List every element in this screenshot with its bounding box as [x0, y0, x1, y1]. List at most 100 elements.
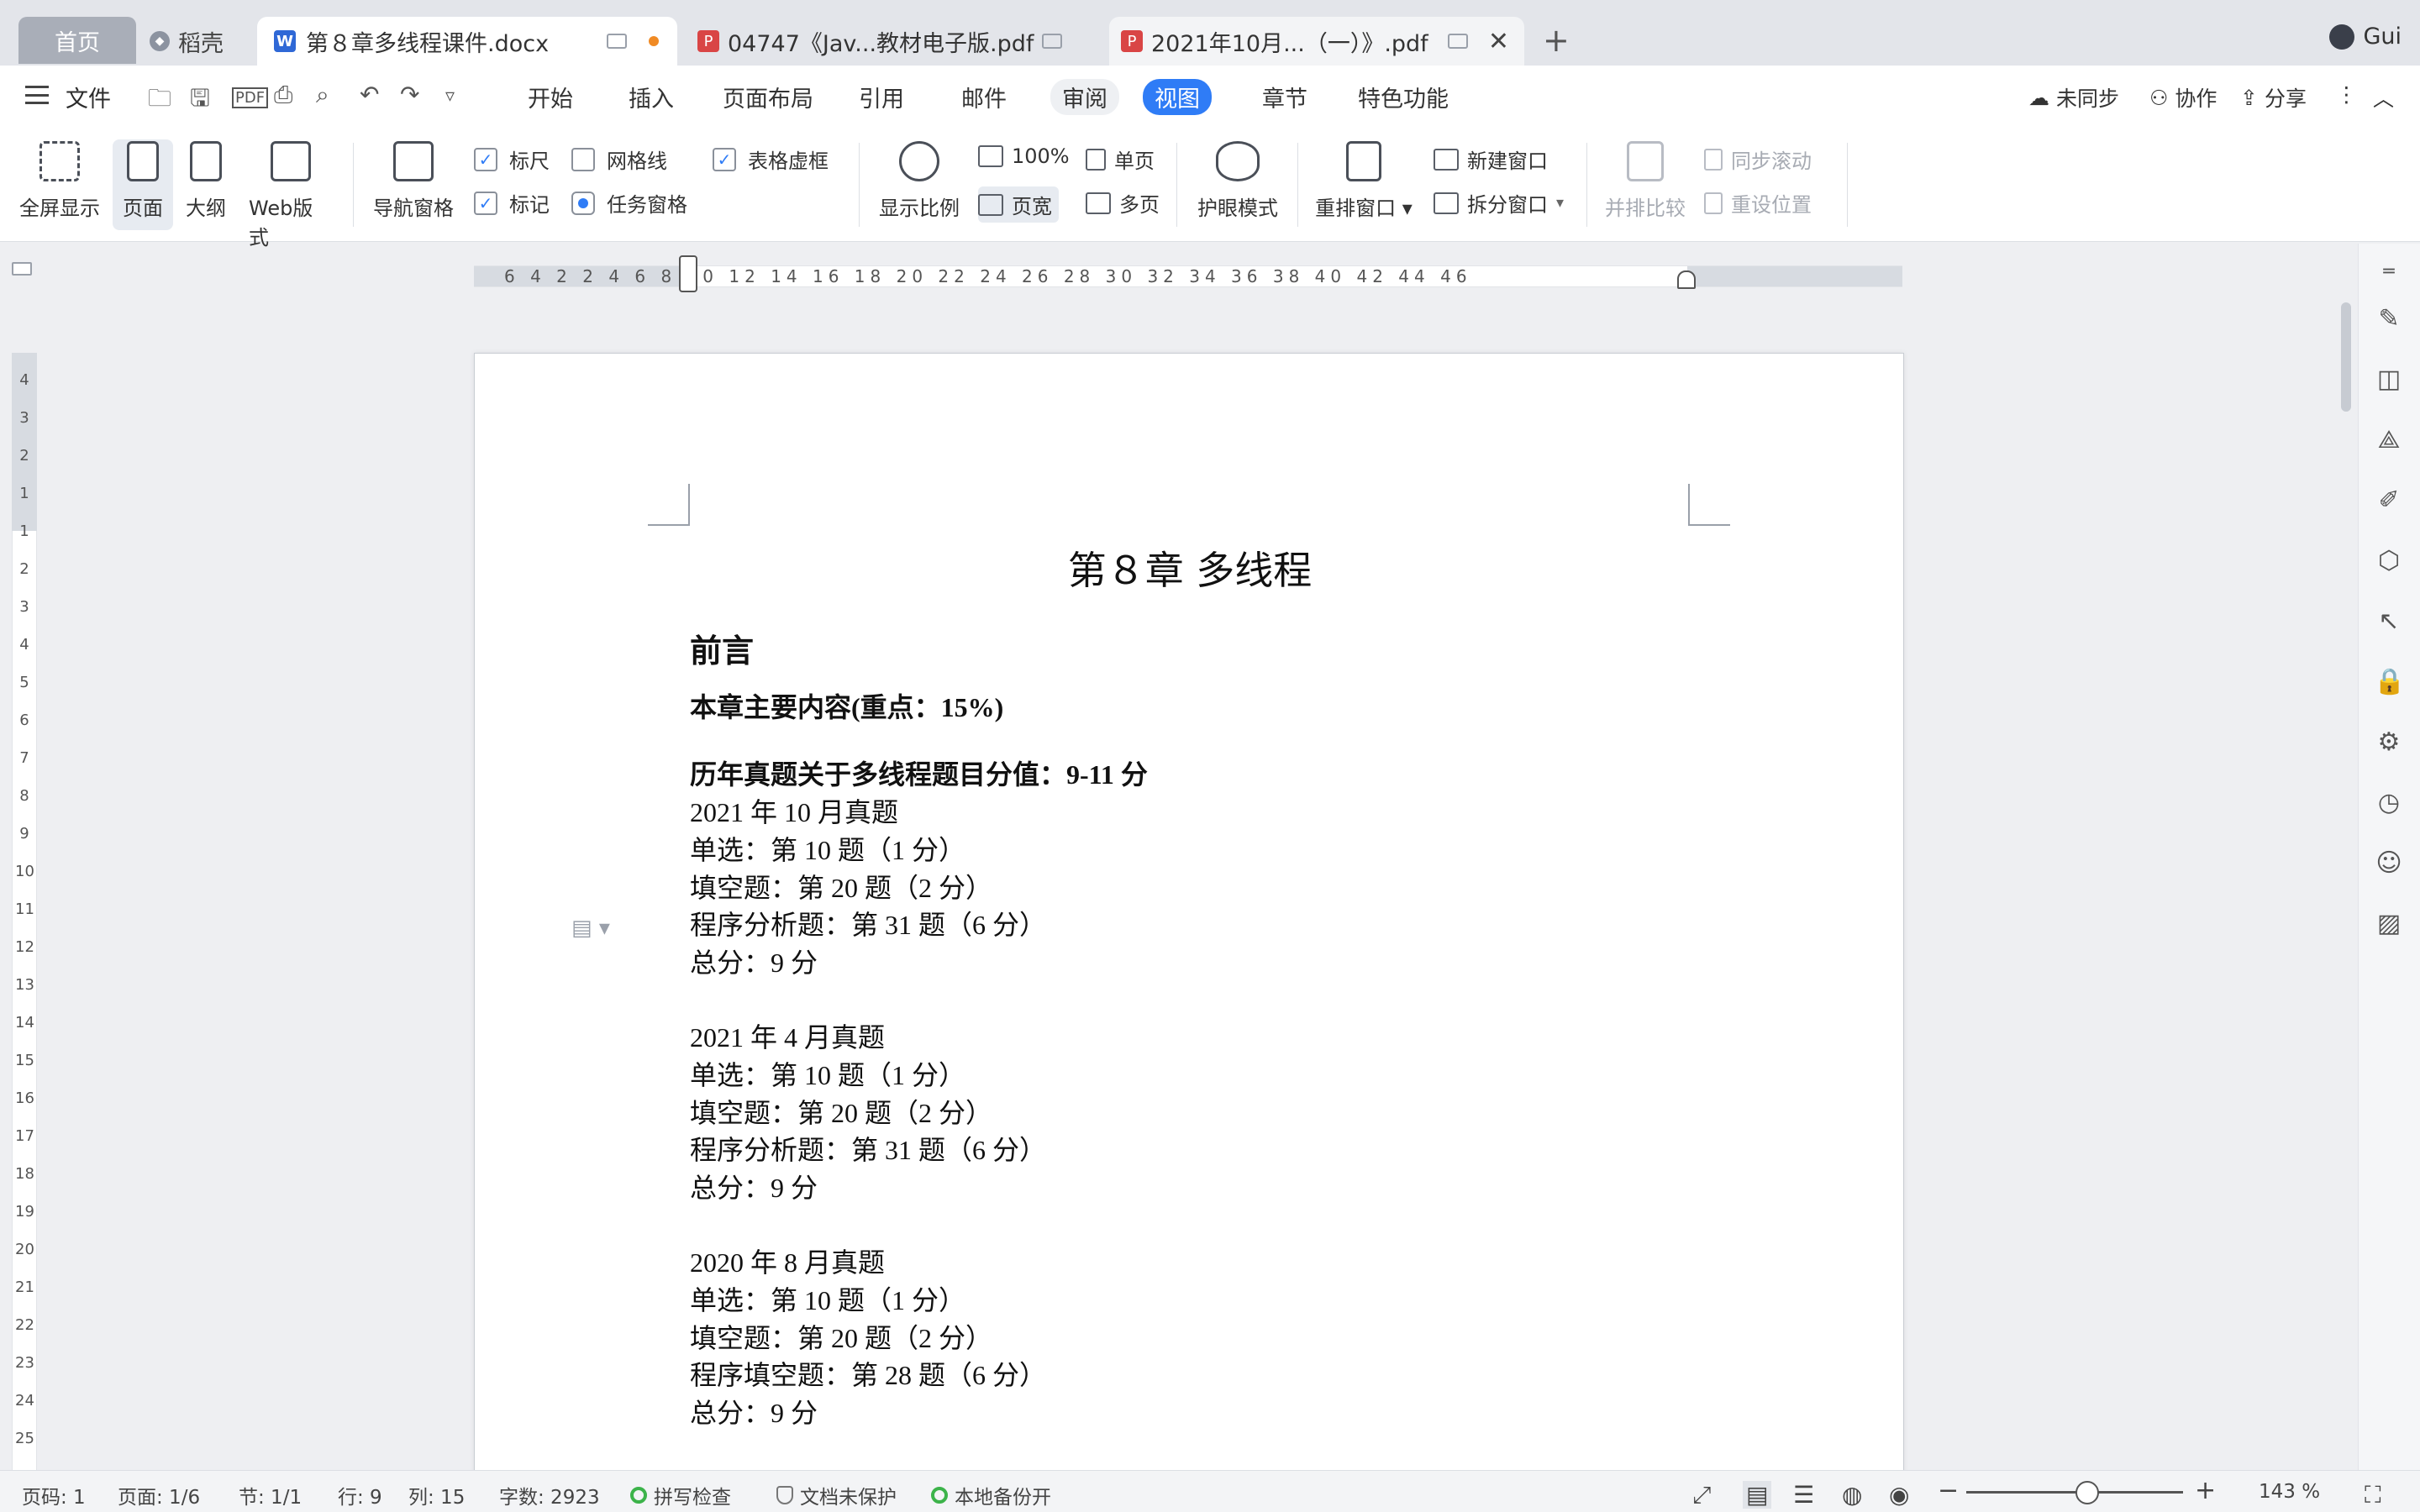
menu-references[interactable]: 引用: [847, 79, 916, 115]
table-grid-checkbox[interactable]: ✓ 表格虚框: [713, 144, 829, 174]
spell-check-button[interactable]: 拼写检查: [630, 1481, 731, 1509]
gridlines-checkbox[interactable]: 网格线: [571, 144, 667, 174]
ruler-checkbox[interactable]: ✓ 标尺: [474, 144, 550, 174]
split-window-button[interactable]: 拆分窗口 ▾: [1434, 188, 1564, 218]
status-section[interactable]: 节: 1/1: [239, 1481, 302, 1509]
doc-protection-button[interactable]: 文档未保护: [776, 1481, 897, 1509]
fit-page-icon[interactable]: ⛶: [2365, 1481, 2381, 1509]
history-icon[interactable]: ◷: [2374, 788, 2404, 818]
status-page[interactable]: 页面: 1/6: [118, 1481, 200, 1509]
web-view-globe-icon[interactable]: ◍: [1842, 1481, 1862, 1509]
tab-daoke[interactable]: ◆ 稻壳: [150, 17, 250, 66]
hamburger-icon[interactable]: [25, 86, 49, 104]
hexagon-icon[interactable]: ⬡: [2374, 546, 2404, 576]
menu-review[interactable]: 审阅: [1050, 79, 1119, 115]
file-menu[interactable]: 文件: [66, 81, 111, 113]
zoom-ratio-button[interactable]: 显示比例: [876, 141, 963, 221]
vertical-ruler-number: 4: [19, 636, 29, 654]
undo-icon[interactable]: ↶: [360, 81, 379, 108]
collaborate-button[interactable]: ⚇ 协作: [2149, 82, 2217, 113]
status-word-count[interactable]: 字数: 2923: [499, 1481, 600, 1509]
right-indent-marker-icon[interactable]: [1677, 270, 1696, 289]
tools-icon[interactable]: ✐: [2374, 486, 2404, 516]
outline-view-status-icon[interactable]: ☰: [1793, 1481, 1814, 1509]
open-folder-icon[interactable]: 🗀: [148, 81, 171, 121]
menu-start[interactable]: 开始: [516, 79, 585, 115]
collapse-panel-icon[interactable]: ═: [2374, 257, 2404, 287]
task-pane-toggle[interactable]: 任务窗格: [571, 188, 687, 218]
shapes-icon[interactable]: ◫: [2374, 365, 2404, 395]
eye-mode-button[interactable]: 护眼模式: [1192, 141, 1284, 221]
zoom-out-button[interactable]: −: [1938, 1476, 1959, 1505]
menu-page-layout[interactable]: 页面布局: [711, 79, 825, 115]
side-by-side-button[interactable]: 并排比较: [1602, 141, 1689, 221]
style-icon[interactable]: ⟁: [2374, 425, 2404, 455]
indent-marker-icon[interactable]: [679, 255, 697, 292]
contact-card-icon[interactable]: ☺: [2374, 848, 2404, 879]
vertical-scrollbar[interactable]: [2338, 244, 2356, 1470]
customize-chevron-down-icon[interactable]: ▿: [445, 86, 455, 107]
print-preview-icon[interactable]: ⌕: [316, 81, 329, 109]
menu-mail[interactable]: 邮件: [950, 79, 1018, 115]
zoom-level[interactable]: 143 %: [2259, 1481, 2320, 1503]
document-page[interactable]: 第８章 多线程 前言 本章主要内容(重点：15%) 历年真题关于多线程题目分值：…: [474, 353, 1904, 1512]
image-icon[interactable]: ▨: [2374, 909, 2404, 939]
menu-view[interactable]: 视图: [1143, 79, 1212, 115]
monitor-icon[interactable]: [1447, 34, 1468, 49]
menu-insert[interactable]: 插入: [617, 79, 686, 115]
lock-icon[interactable]: 🔒: [2374, 667, 2405, 697]
marks-checkbox[interactable]: ✓ 标记: [474, 188, 550, 218]
rearrange-window-button[interactable]: 重排窗口 ▾: [1311, 141, 1417, 221]
sync-status-button[interactable]: ☁ 未同步: [2028, 82, 2119, 113]
zoom-in-button[interactable]: +: [2195, 1476, 2216, 1505]
document-line: 总分：9 分: [690, 1398, 818, 1429]
page-width-button[interactable]: 页宽: [978, 186, 1059, 223]
zoom-ratio-label: 显示比例: [879, 197, 960, 220]
multi-page-button[interactable]: 多页: [1086, 188, 1160, 218]
tab-pdf-exam[interactable]: P 2021年10月...（一）》.pdf ✕: [1109, 17, 1524, 66]
document-body[interactable]: 前言 本章主要内容(重点：15%) 历年真题关于多线程题目分值：9-11 分 2…: [690, 624, 1148, 1432]
select-cursor-icon[interactable]: ↖: [2374, 606, 2404, 637]
outline-view-button[interactable]: 大纲: [180, 141, 232, 221]
eye-mode-status-icon[interactable]: ◉: [1889, 1481, 1909, 1509]
print-icon[interactable]: ⎙: [274, 81, 292, 109]
pen-edit-icon[interactable]: ✎: [2374, 304, 2404, 334]
zoom-slider-track[interactable]: [1966, 1491, 2183, 1494]
share-button[interactable]: ⇪ 分享: [2240, 82, 2307, 113]
page-view-button[interactable]: 页面: [113, 139, 173, 230]
new-tab-button[interactable]: +: [1543, 22, 1570, 59]
status-col[interactable]: 列: 15: [408, 1481, 465, 1509]
tab-home[interactable]: 首页: [18, 17, 136, 64]
scrollbar-thumb[interactable]: [2341, 302, 2351, 412]
page-view-status-icon[interactable]: ▤: [1743, 1481, 1772, 1509]
settings-sliders-icon[interactable]: ⚙: [2374, 727, 2404, 758]
local-backup-button[interactable]: 本地备份开: [931, 1481, 1051, 1509]
zoom-slider-knob[interactable]: [2075, 1481, 2099, 1504]
paragraph-options-icon[interactable]: ▤ ▾: [571, 916, 610, 941]
save-icon[interactable]: 🖫: [190, 81, 210, 121]
status-page-code[interactable]: 页码: 1: [22, 1481, 86, 1509]
ruler-toggle-icon[interactable]: [12, 262, 32, 276]
monitor-icon[interactable]: [1042, 34, 1063, 49]
tab-pdf-textbook[interactable]: P 04747《Jav...教材电子版.pdf: [689, 17, 1101, 66]
reset-position-button[interactable]: 重设位置: [1704, 188, 1812, 218]
fullscreen-status-icon[interactable]: ⤢: [1692, 1481, 1711, 1509]
single-page-button[interactable]: 单页: [1086, 144, 1155, 174]
collapse-ribbon-chevron-up-icon[interactable]: ︿: [2373, 82, 2394, 113]
user-account[interactable]: Gui: [2329, 24, 2402, 50]
more-options-icon[interactable]: ⋮: [2336, 82, 2357, 107]
menu-special-features[interactable]: 特色功能: [1346, 79, 1460, 115]
zoom-100-button[interactable]: 100%: [978, 144, 1070, 168]
fullscreen-button[interactable]: 全屏显示: [18, 141, 101, 221]
status-row[interactable]: 行: 9: [338, 1481, 382, 1509]
monitor-icon[interactable]: [607, 34, 627, 49]
menu-chapter[interactable]: 章节: [1250, 79, 1319, 115]
new-window-button[interactable]: 新建窗口: [1434, 144, 1548, 174]
close-icon[interactable]: ✕: [1488, 27, 1509, 56]
tab-document[interactable]: W 第８章多线程课件.docx: [257, 17, 677, 66]
export-pdf-icon[interactable]: PDF: [232, 87, 269, 108]
redo-icon[interactable]: ↷: [400, 81, 419, 108]
web-layout-button[interactable]: Web版式: [249, 141, 333, 250]
sync-scroll-button[interactable]: 同步滚动: [1704, 144, 1812, 174]
nav-pane-button[interactable]: 导航窗格: [370, 141, 457, 221]
